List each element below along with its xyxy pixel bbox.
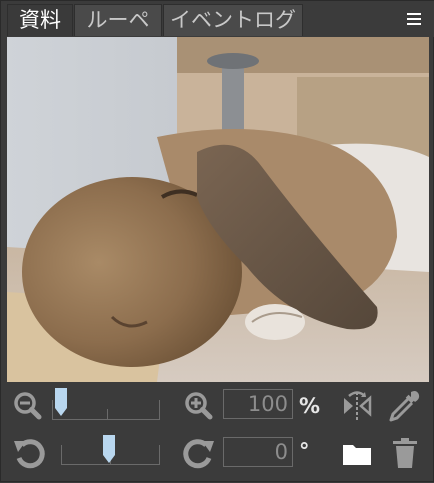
rotation-value-field[interactable]: 0 <box>223 437 293 467</box>
zoom-unit-label: % <box>299 394 321 418</box>
rotation-unit-label: ° <box>299 439 310 463</box>
reference-image[interactable] <box>7 37 429 382</box>
zoom-out-icon[interactable] <box>13 391 43 421</box>
image-controls: 100 % 0 ° <box>1 384 434 483</box>
zoom-value-field[interactable]: 100 <box>223 389 293 419</box>
trash-icon[interactable] <box>393 438 417 468</box>
zoom-slider-thumb[interactable] <box>55 388 67 416</box>
rotation-slider-thumb[interactable] <box>103 435 115 463</box>
zoom-in-icon[interactable] <box>184 391 214 421</box>
zoom-slider-track[interactable] <box>52 400 160 420</box>
folder-icon[interactable] <box>342 441 372 467</box>
eyedropper-icon[interactable] <box>387 389 421 423</box>
tab-event-log[interactable]: イベントログ <box>163 4 303 36</box>
rabbit-photo <box>7 37 429 382</box>
tab-materials[interactable]: 資料 <box>7 4 73 36</box>
hamburger-menu-icon[interactable] <box>405 10 425 28</box>
tab-bar: 資料 ルーペ イベントログ <box>1 1 434 37</box>
tab-loupe[interactable]: ルーペ <box>74 4 162 36</box>
flip-horizontal-icon[interactable] <box>341 390 373 422</box>
rotate-cw-icon[interactable] <box>182 436 216 470</box>
material-panel: 資料 ルーペ イベントログ 100 % 0 ° <box>0 0 434 482</box>
rotate-ccw-icon[interactable] <box>12 436 46 470</box>
